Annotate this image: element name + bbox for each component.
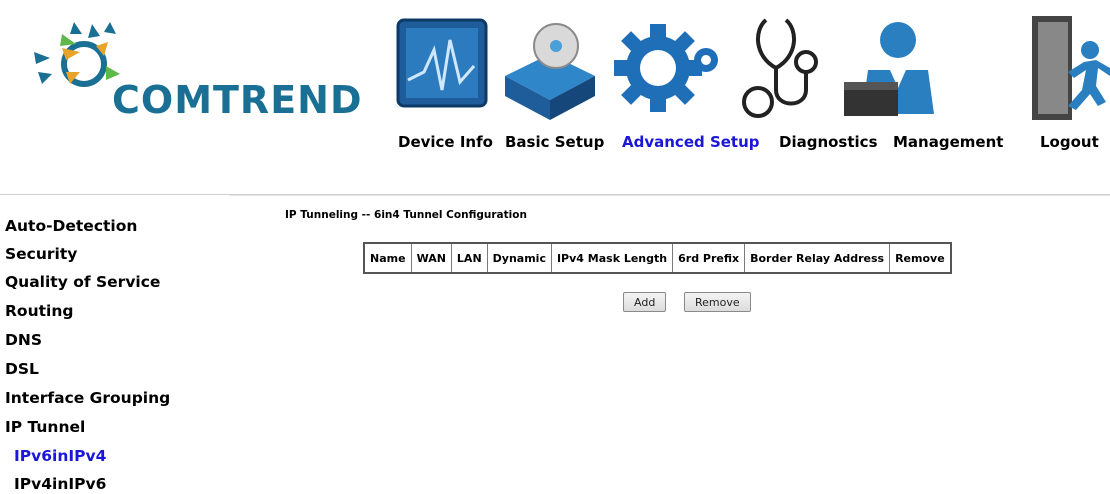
- management-icon[interactable]: [838, 10, 948, 125]
- sidebar-subitem-ipv4inipv6[interactable]: IPv4inIPv6: [14, 475, 106, 493]
- main-content: IP Tunneling -- 6in4 Tunnel Configuratio…: [230, 195, 1110, 494]
- column-header-6rd-prefix: 6rd Prefix: [672, 242, 746, 274]
- nav-diagnostics[interactable]: Diagnostics: [779, 133, 878, 151]
- column-header-name: Name: [363, 242, 412, 274]
- sidebar-item-dns[interactable]: DNS: [5, 331, 42, 349]
- header: COMTREND Device Info Basic Setup Advance…: [0, 0, 1110, 195]
- device-info-icon[interactable]: [394, 10, 492, 125]
- column-header-remove: Remove: [889, 242, 952, 274]
- basic-setup-icon[interactable]: [500, 10, 600, 125]
- sidebar-item-interface-grouping[interactable]: Interface Grouping: [5, 389, 170, 407]
- sidebar-item-qos[interactable]: Quality of Service: [5, 273, 160, 291]
- nav-advanced-setup[interactable]: Advanced Setup: [622, 133, 760, 151]
- sidebar-item-auto-detection[interactable]: Auto-Detection: [5, 217, 137, 235]
- sidebar-item-dsl[interactable]: DSL: [5, 360, 39, 378]
- page-title: IP Tunneling -- 6in4 Tunnel Configuratio…: [285, 209, 527, 221]
- add-button[interactable]: Add: [623, 292, 667, 312]
- advanced-setup-icon[interactable]: [612, 10, 722, 125]
- stethoscope-icon[interactable]: [736, 10, 826, 125]
- table-header-row: Name WAN LAN Dynamic IPv4 Mask Length 6r…: [363, 242, 952, 274]
- column-header-lan: LAN: [450, 242, 488, 274]
- column-header-border-relay-address: Border Relay Address: [744, 242, 891, 274]
- brand-name: COMTREND: [112, 78, 363, 122]
- column-header-ipv4-mask-length: IPv4 Mask Length: [550, 242, 674, 274]
- sidebar-item-ip-tunnel[interactable]: IP Tunnel: [5, 418, 85, 436]
- sidebar: Auto-Detection Security Quality of Servi…: [0, 195, 230, 493]
- sidebar-subitem-ipv6inipv4[interactable]: IPv6inIPv4: [14, 447, 106, 465]
- column-header-dynamic: Dynamic: [486, 242, 552, 274]
- nav-device-info[interactable]: Device Info: [398, 133, 493, 151]
- column-header-wan: WAN: [410, 242, 452, 274]
- tunnel-table: Name WAN LAN Dynamic IPv4 Mask Length 6r…: [363, 242, 952, 274]
- remove-button[interactable]: Remove: [684, 292, 751, 312]
- nav-logout[interactable]: Logout: [1040, 133, 1099, 151]
- nav-management[interactable]: Management: [893, 133, 1003, 151]
- sidebar-item-security[interactable]: Security: [5, 245, 77, 263]
- logout-icon[interactable]: [1024, 10, 1110, 125]
- sidebar-item-routing[interactable]: Routing: [5, 302, 73, 320]
- nav-basic-setup[interactable]: Basic Setup: [505, 133, 604, 151]
